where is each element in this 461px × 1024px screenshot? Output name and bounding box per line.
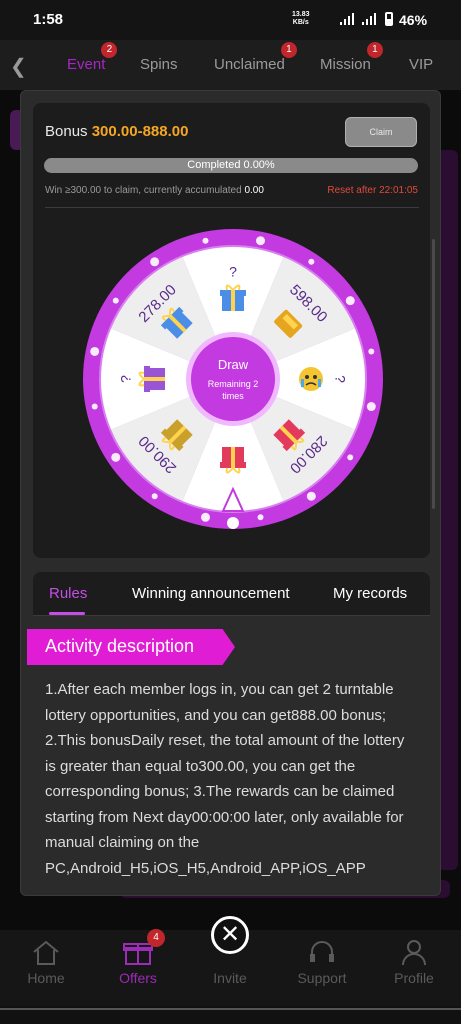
- tab-mission[interactable]: Mission 1: [320, 42, 383, 73]
- scrollbar[interactable]: [432, 239, 435, 509]
- rim-light: [112, 297, 119, 304]
- claim-button[interactable]: Claim: [345, 117, 417, 147]
- battery-percent: 46%: [399, 12, 428, 28]
- rim-light: [111, 452, 121, 462]
- rim-light: [368, 348, 375, 355]
- wheel-segment-label: ?: [229, 264, 237, 280]
- status-bar: 1:58 13.83 KB/s 46%: [0, 0, 461, 40]
- crying-emoji-icon: [299, 367, 323, 391]
- draw-button[interactable]: Draw Remaining 2 times: [186, 332, 280, 426]
- clock: 1:58: [33, 11, 64, 28]
- rim-light: [90, 346, 100, 356]
- rim-light: [366, 402, 376, 412]
- pointer-light: [227, 517, 239, 529]
- times-label: times: [222, 391, 244, 401]
- top-tab-bar: ❮ Event 2 Spins Unclaimed 1 Mission 1 VI…: [0, 40, 461, 90]
- wheel-segment-label: ?: [118, 375, 134, 383]
- headset-icon: [310, 941, 334, 962]
- active-tab-underline: [49, 612, 85, 615]
- rim-light: [347, 454, 354, 461]
- rim-light: [345, 296, 355, 306]
- tab-badge: 1: [280, 42, 297, 58]
- lucky-wheel-modal: Bonus 300.00-888.00 Claim Completed 0.00…: [20, 90, 441, 896]
- tab-badge: 2: [101, 42, 118, 58]
- divider: [45, 207, 419, 208]
- system-home-bar: [0, 1006, 461, 1024]
- offers-badge: 4: [147, 929, 165, 947]
- user-icon: [402, 940, 426, 966]
- background-card: [438, 150, 458, 870]
- wheel-panel: Bonus 300.00-888.00 Claim Completed 0.00…: [33, 103, 435, 558]
- tab-vip[interactable]: VIP: [409, 56, 433, 73]
- bonus-amount: 300.00-888.00: [91, 123, 189, 140]
- tab-spins[interactable]: Spins: [140, 56, 178, 73]
- activity-title-banner: Activity description: [27, 629, 235, 665]
- rim-light: [200, 512, 210, 522]
- rim-light: [202, 237, 209, 244]
- rim-light: [257, 514, 264, 521]
- tab-my-records[interactable]: My records: [333, 585, 407, 602]
- accumulated-value: 0.00: [244, 185, 264, 196]
- close-icon: ✕: [219, 921, 241, 948]
- accumulated-text: Win ≥300.00 to claim, currently accumula…: [45, 185, 264, 196]
- wheel-segment-label: ?: [332, 375, 348, 383]
- info-tab-bar: Rules Winning announcement My records: [33, 572, 430, 616]
- tab-rules[interactable]: Rules: [49, 585, 87, 602]
- home-icon: [33, 940, 59, 965]
- activity-description: 1.After each member logs in, you can get…: [45, 681, 405, 877]
- lucky-wheel: ? 598.00? 280.00 290.00? 278.00 Draw Remaining…: [81, 227, 385, 531]
- network-speed: 13.83 KB/s: [292, 11, 310, 26]
- rim-light: [150, 257, 160, 267]
- rim-light: [306, 491, 316, 501]
- rim-light: [308, 258, 315, 265]
- wifi-calling-icon: [340, 13, 354, 25]
- tab-winning-announcement[interactable]: Winning announcement: [132, 585, 290, 602]
- tab-event[interactable]: Event 2: [67, 42, 118, 73]
- progress-bar: Completed 0.00%: [44, 158, 418, 173]
- reset-timer: Reset after 22:01:05: [327, 185, 418, 196]
- tab-unclaimed[interactable]: Unclaimed 1: [214, 42, 297, 73]
- signal-icon: [362, 13, 376, 25]
- remaining-label: Remaining 2: [208, 379, 259, 389]
- progress-text: Completed 0.00%: [187, 159, 275, 171]
- back-arrow-icon[interactable]: ❮: [10, 54, 27, 79]
- close-modal-button[interactable]: ✕: [211, 916, 249, 954]
- rim-light: [256, 236, 266, 246]
- wheel-graphic: ?598.00?280.00290.00?278.00DrawRemaining…: [83, 229, 383, 529]
- battery-icon: [385, 12, 393, 26]
- rim-light: [91, 403, 98, 410]
- tab-badge: 1: [366, 42, 383, 58]
- bonus-label: Bonus 300.00-888.00: [45, 123, 189, 140]
- rim-light: [151, 493, 158, 500]
- draw-label: Draw: [218, 357, 249, 372]
